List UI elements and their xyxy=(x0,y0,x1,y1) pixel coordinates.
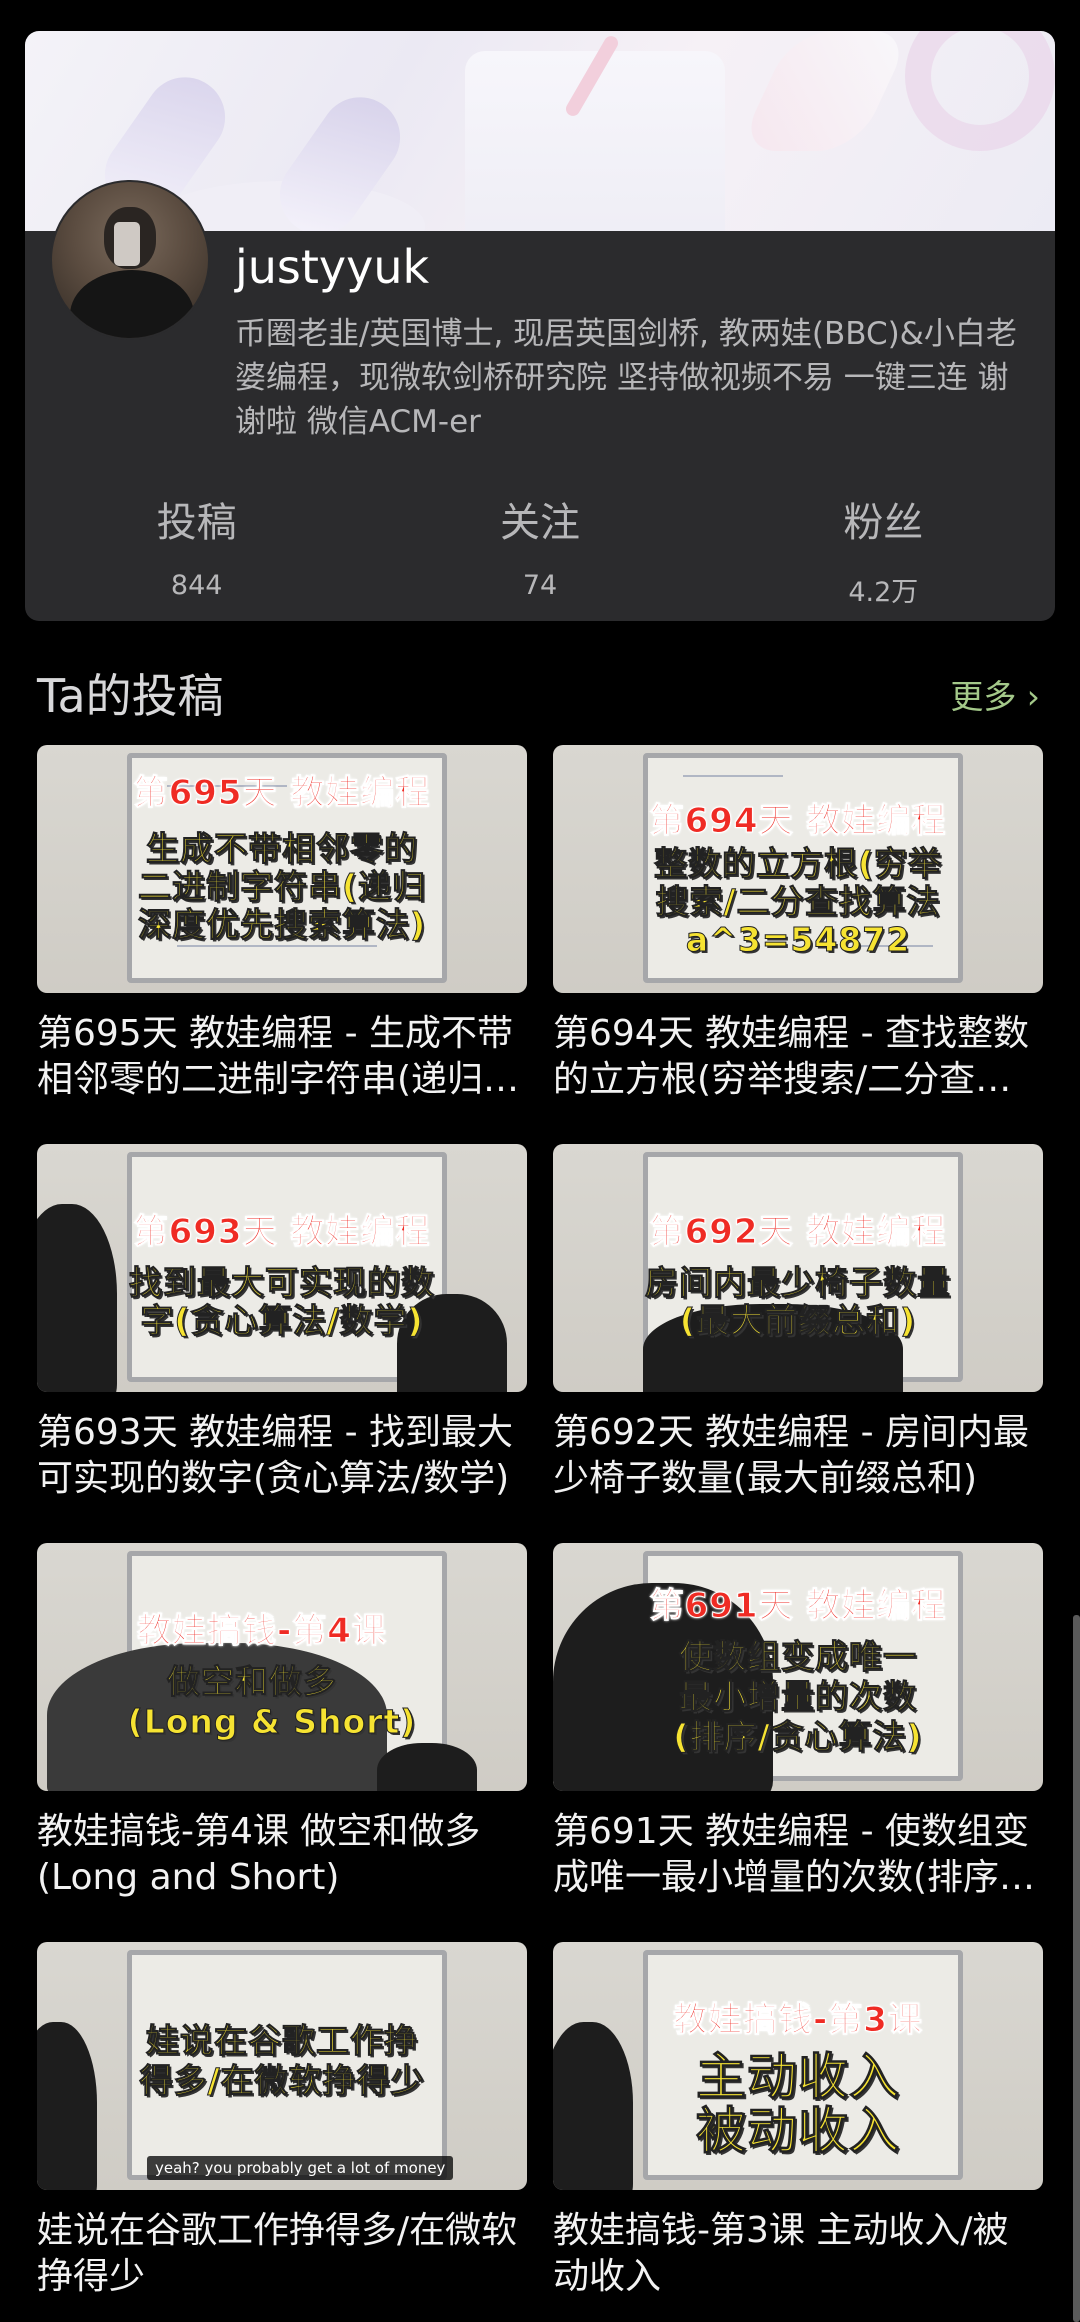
stat-value: 74 xyxy=(522,570,558,601)
username: justyyuk xyxy=(235,240,430,294)
video-thumbnail[interactable]: 娃说在谷歌工作挣 得多/在微软挣得少 yeah? you probably ge… xyxy=(37,1942,527,2190)
video-card[interactable]: 教娃搞钱-第3课 主动收入 被动收入 教娃搞钱-第3课 主动收入/被动收入 xyxy=(553,1942,1043,2300)
thumbnail-overlay-text: a^3=54872 xyxy=(685,920,911,959)
video-title[interactable]: 第692天 教娃编程 - 房间内最少椅子数量(最大前缀总和) xyxy=(553,1410,1043,1502)
video-subtitle-caption: yeah? you probably get a lot of money xyxy=(147,2156,454,2180)
thumbnail-overlay-text: 娃说在谷歌工作挣 xyxy=(146,2021,418,2060)
video-title[interactable]: 第695天 教娃编程 - 生成不带相邻零的二进制字符串(递归深度优先搜索算法) xyxy=(37,1011,527,1103)
thumbnail-overlay-text: (Long & Short) xyxy=(127,1702,417,1741)
avatar[interactable] xyxy=(50,180,210,340)
video-card[interactable]: 第691天 教娃编程 使数组变成唯一 最小增量的次数 (排序/贪心算法) 第69… xyxy=(553,1543,1043,1901)
stat-followers[interactable]: 粉丝 4.2万 xyxy=(712,490,1055,608)
thumbnail-overlay-text: 被动收入 xyxy=(696,2102,900,2160)
video-title[interactable]: 教娃搞钱-第4课 做空和做多(Long and Short) xyxy=(37,1809,527,1901)
thumbnail-overlay-text: 使数组变成唯一 xyxy=(679,1637,917,1676)
video-title[interactable]: 娃说在谷歌工作挣得多/在微软挣得少 xyxy=(37,2208,527,2300)
video-card[interactable]: 教娃搞钱-第4课 做空和做多 (Long & Short) 教娃搞钱-第4课 做… xyxy=(37,1543,527,1901)
thumbnail-overlay-text: 字(贪心算法/数学) xyxy=(140,1301,424,1340)
thumbnail-overlay-title: 第693天 教娃编程 xyxy=(133,1212,431,1253)
stat-label: 投稿 xyxy=(156,500,237,546)
scrollbar[interactable] xyxy=(1073,1615,1080,2322)
video-thumbnail[interactable]: 第693天 教娃编程 找到最大可实现的数 字(贪心算法/数学) xyxy=(37,1144,527,1392)
thumbnail-overlay-text: 二进制字符串(递归 xyxy=(137,867,427,906)
thumbnail-overlay-text: 深度优先搜索算法) xyxy=(137,905,427,944)
profile-bio: 币圈老韭/英国博士, 现居英国剑桥, 教两娃(BBC)&小白老婆编程，现微软剑桥… xyxy=(235,316,1017,440)
thumbnail-overlay-title: 第695天 教娃编程 xyxy=(133,773,431,814)
section-title: Ta的投稿 xyxy=(37,669,224,723)
stat-label: 关注 xyxy=(499,500,580,546)
video-thumbnail[interactable]: 教娃搞钱-第4课 做空和做多 (Long & Short) xyxy=(37,1543,527,1791)
stat-value: 844 xyxy=(170,570,223,601)
video-thumbnail[interactable]: 第691天 教娃编程 使数组变成唯一 最小增量的次数 (排序/贪心算法) xyxy=(553,1543,1043,1791)
thumbnail-overlay-text: (排序/贪心算法) xyxy=(673,1717,923,1756)
video-title[interactable]: 第694天 教娃编程 - 查找整数的立方根(穷举搜索/二分查找算法) xyxy=(553,1011,1043,1103)
video-thumbnail[interactable]: 第695天 教娃编程 生成不带相邻零的 二进制字符串(递归 深度优先搜索算法) xyxy=(37,745,527,993)
thumbnail-overlay-title: 教娃搞钱-第4课 xyxy=(137,1611,387,1652)
thumbnail-overlay-text: 整数的立方根(穷举 xyxy=(653,844,943,883)
video-card[interactable]: 第692天 教娃编程 房间内最少椅子数量 (最大前缀总和) 第692天 教娃编程… xyxy=(553,1144,1043,1502)
thumbnail-overlay-text: 得多/在微软挣得少 xyxy=(139,2061,425,2100)
video-title[interactable]: 第691天 教娃编程 - 使数组变成唯一最小增量的次数(排序/贪心算法) xyxy=(553,1809,1043,1901)
thumbnail-overlay-title: 第692天 教娃编程 xyxy=(649,1212,947,1253)
thumbnail-overlay-text: 主动收入 xyxy=(696,2048,900,2106)
video-thumbnail[interactable]: 第694天 教娃编程 整数的立方根(穷举 搜索/二分查找算法 a^3=54872 xyxy=(553,745,1043,993)
video-title[interactable]: 教娃搞钱-第3课 主动收入/被动收入 xyxy=(553,2208,1043,2300)
video-card[interactable]: 娃说在谷歌工作挣 得多/在微软挣得少 yeah? you probably ge… xyxy=(37,1942,527,2300)
stat-value: 4.2万 xyxy=(848,577,919,608)
thumbnail-overlay-text: 房间内最少椅子数量 xyxy=(645,1263,951,1302)
video-thumbnail[interactable]: 第692天 教娃编程 房间内最少椅子数量 (最大前缀总和) xyxy=(553,1144,1043,1392)
video-card[interactable]: 第694天 教娃编程 整数的立方根(穷举 搜索/二分查找算法 a^3=54872… xyxy=(553,745,1043,1103)
more-link[interactable]: 更多 › xyxy=(950,670,1040,718)
video-card[interactable]: 第693天 教娃编程 找到最大可实现的数 字(贪心算法/数学) 第693天 教娃… xyxy=(37,1144,527,1502)
profile-stats: 投稿 844 关注 74 粉丝 4.2万 xyxy=(25,490,1055,608)
thumbnail-overlay-text: (最大前缀总和) xyxy=(679,1301,917,1340)
video-title[interactable]: 第693天 教娃编程 - 找到最大可实现的数字(贪心算法/数学) xyxy=(37,1410,527,1502)
thumbnail-overlay-title: 第694天 教娃编程 xyxy=(649,801,947,842)
stat-posts[interactable]: 投稿 844 xyxy=(25,490,368,601)
thumbnail-overlay-text: 搜索/二分查找算法 xyxy=(655,882,941,921)
video-thumbnail[interactable]: 教娃搞钱-第3课 主动收入 被动收入 xyxy=(553,1942,1043,2190)
thumbnail-overlay-text: 生成不带相邻零的 xyxy=(146,829,418,868)
thumbnail-overlay-text: 做空和做多 xyxy=(167,1662,337,1701)
thumbnail-overlay-title: 第691天 教娃编程 xyxy=(649,1586,947,1627)
stat-following[interactable]: 关注 74 xyxy=(368,490,711,601)
thumbnail-overlay-text: 找到最大可实现的数 xyxy=(129,1263,435,1302)
thumbnail-overlay-title: 教娃搞钱-第3课 xyxy=(673,2000,923,2041)
thumbnail-overlay-text: 最小增量的次数 xyxy=(679,1677,917,1716)
video-card[interactable]: 第695天 教娃编程 生成不带相邻零的 二进制字符串(递归 深度优先搜索算法) … xyxy=(37,745,527,1103)
stat-label: 粉丝 xyxy=(843,500,924,546)
